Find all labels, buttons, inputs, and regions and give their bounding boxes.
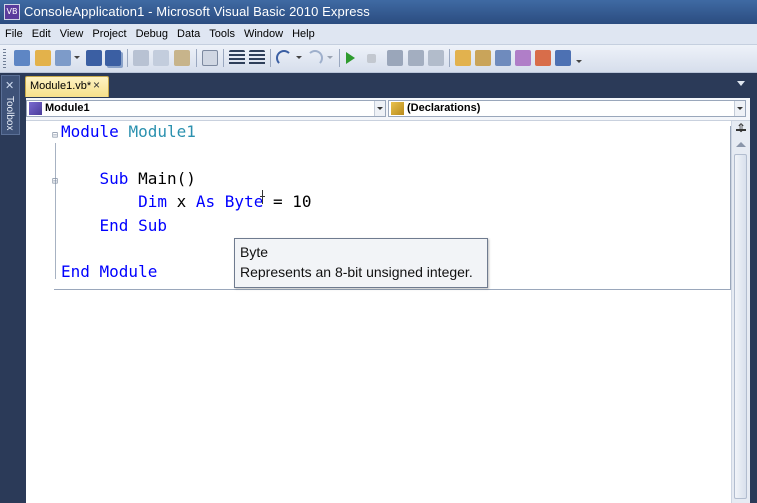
code-line-3: Sub Main() bbox=[61, 169, 196, 189]
collapse-sub-icon[interactable]: ⊟ bbox=[52, 176, 58, 187]
menu-data[interactable]: Data bbox=[172, 24, 204, 44]
types-combo-value: Module1 bbox=[45, 102, 90, 114]
add-item-icon[interactable] bbox=[55, 50, 71, 66]
types-combo[interactable]: Module1 bbox=[26, 100, 386, 117]
chevron-down-icon[interactable] bbox=[734, 101, 745, 116]
navigation-bar: Module1 (Declarations) bbox=[26, 98, 750, 121]
menu-view[interactable]: View bbox=[55, 24, 88, 44]
members-combo[interactable]: (Declarations) bbox=[388, 100, 746, 117]
menu-project[interactable]: Project bbox=[87, 24, 130, 44]
assignment: = 10 bbox=[272, 192, 312, 211]
copy-icon[interactable] bbox=[153, 50, 169, 66]
toolbar-separator bbox=[270, 49, 271, 67]
code-editor: Module1 (Declarations) ⊟ ⊟ Module Module… bbox=[26, 98, 750, 503]
save-icon[interactable] bbox=[86, 50, 102, 66]
tooltip-description: Represents an 8-bit unsigned integer. bbox=[240, 264, 473, 280]
tooltip-title: Byte bbox=[240, 244, 269, 260]
quickinfo-tooltip: Byte Represents an 8-bit unsigned intege… bbox=[234, 238, 488, 288]
outline-guide bbox=[55, 143, 56, 279]
sub-signature: Main() bbox=[138, 169, 196, 188]
code-text-area[interactable]: ⊟ ⊟ Module Module1 Sub Main() Dim x As B… bbox=[26, 121, 731, 503]
comment-icon[interactable] bbox=[229, 50, 245, 66]
start-debugging-icon[interactable] bbox=[346, 52, 355, 64]
keyword-dim: Dim bbox=[138, 192, 167, 211]
declarations-icon bbox=[391, 102, 404, 115]
extension-manager-icon[interactable] bbox=[535, 50, 551, 66]
close-tab-icon[interactable]: × bbox=[93, 78, 100, 92]
code-line-4: Dim x As Byte = 10 bbox=[61, 192, 312, 212]
toolbox-icon[interactable] bbox=[515, 50, 531, 66]
tab-module1[interactable]: Module1.vb* × bbox=[25, 76, 109, 97]
menu-tools[interactable]: Tools bbox=[204, 24, 239, 44]
keyword-sub: Sub bbox=[99, 169, 129, 188]
solution-explorer-icon[interactable] bbox=[455, 50, 471, 66]
step-over-icon[interactable] bbox=[408, 50, 424, 66]
keyword-end-module: End Module bbox=[61, 262, 158, 281]
menu-file[interactable]: File bbox=[0, 24, 27, 44]
find-icon[interactable] bbox=[202, 50, 218, 66]
output-window-icon[interactable] bbox=[555, 50, 571, 66]
step-into-icon[interactable] bbox=[387, 50, 403, 66]
menu-bar: File Edit View Project Debug Data Tools Window H… bbox=[0, 24, 757, 45]
split-window-icon[interactable] bbox=[735, 121, 747, 136]
vertical-scrollbar[interactable] bbox=[731, 121, 750, 503]
scroll-up-icon[interactable] bbox=[736, 142, 746, 147]
module-name: Module1 bbox=[128, 122, 196, 141]
keyword-end-sub: End Sub bbox=[99, 216, 167, 235]
redo-dropdown-icon[interactable] bbox=[327, 56, 333, 59]
window-title: ConsoleApplication1 - Microsoft Visual B… bbox=[24, 4, 370, 19]
collapse-module-icon[interactable]: ⊟ bbox=[52, 130, 58, 141]
undo-icon[interactable] bbox=[276, 50, 292, 66]
chevron-down-icon[interactable] bbox=[374, 101, 385, 116]
open-file-icon[interactable] bbox=[35, 50, 51, 66]
menu-window[interactable]: Window bbox=[239, 24, 287, 44]
code-line-7: End Module bbox=[61, 262, 157, 282]
object-browser-icon[interactable] bbox=[495, 50, 511, 66]
toolbar-separator bbox=[127, 49, 128, 67]
scroll-thumb[interactable] bbox=[734, 154, 747, 499]
menu-edit[interactable]: Edit bbox=[27, 24, 55, 44]
redo-icon[interactable] bbox=[307, 50, 323, 66]
undo-dropdown-icon[interactable] bbox=[296, 56, 302, 59]
toolbar-separator bbox=[196, 49, 197, 67]
toolbox-tab[interactable]: ✕ Toolbox bbox=[1, 75, 20, 135]
variable-name: x bbox=[176, 192, 187, 211]
toolbar-separator bbox=[223, 49, 224, 67]
module-icon bbox=[29, 102, 42, 115]
toolbox-pin-icon: ✕ bbox=[5, 80, 15, 92]
new-project-icon[interactable] bbox=[14, 50, 30, 66]
code-line-5: End Sub bbox=[61, 216, 167, 236]
toolbar-separator bbox=[339, 49, 340, 67]
keyword-module: Module bbox=[61, 122, 119, 141]
standard-toolbar bbox=[0, 45, 757, 73]
uncomment-icon[interactable] bbox=[249, 50, 265, 66]
code-line-1: Module Module1 bbox=[61, 122, 196, 142]
ide-window: VB ConsoleApplication1 - Microsoft Visua… bbox=[0, 0, 757, 503]
properties-icon[interactable] bbox=[475, 50, 491, 66]
keyword-as: As bbox=[195, 192, 216, 211]
keyword-byte[interactable]: Byte bbox=[225, 192, 264, 211]
members-combo-value: (Declarations) bbox=[407, 102, 481, 114]
step-out-icon[interactable] bbox=[428, 50, 444, 66]
menu-debug[interactable]: Debug bbox=[131, 24, 172, 44]
paste-icon[interactable] bbox=[174, 50, 190, 66]
document-tab-strip: Module1.vb* × bbox=[22, 73, 757, 97]
add-item-dropdown-icon[interactable] bbox=[74, 56, 80, 59]
cut-icon[interactable] bbox=[133, 50, 149, 66]
save-all-icon[interactable] bbox=[105, 50, 121, 66]
stop-debugging-icon[interactable] bbox=[367, 54, 376, 63]
toolbar-grip[interactable] bbox=[3, 49, 6, 68]
toolbar-separator bbox=[449, 49, 450, 67]
title-bar: VB ConsoleApplication1 - Microsoft Visua… bbox=[0, 0, 757, 24]
tab-label: Module1.vb* bbox=[30, 80, 92, 92]
active-files-dropdown-icon[interactable] bbox=[737, 81, 745, 86]
toolbar-options-icon[interactable] bbox=[576, 60, 582, 63]
vb-app-icon[interactable]: VB bbox=[4, 4, 20, 20]
toolbox-label: Toolbox bbox=[4, 96, 15, 131]
left-dock-strip: ✕ Toolbox bbox=[0, 73, 22, 503]
menu-help[interactable]: Help bbox=[287, 24, 319, 44]
text-cursor-icon bbox=[259, 188, 267, 208]
